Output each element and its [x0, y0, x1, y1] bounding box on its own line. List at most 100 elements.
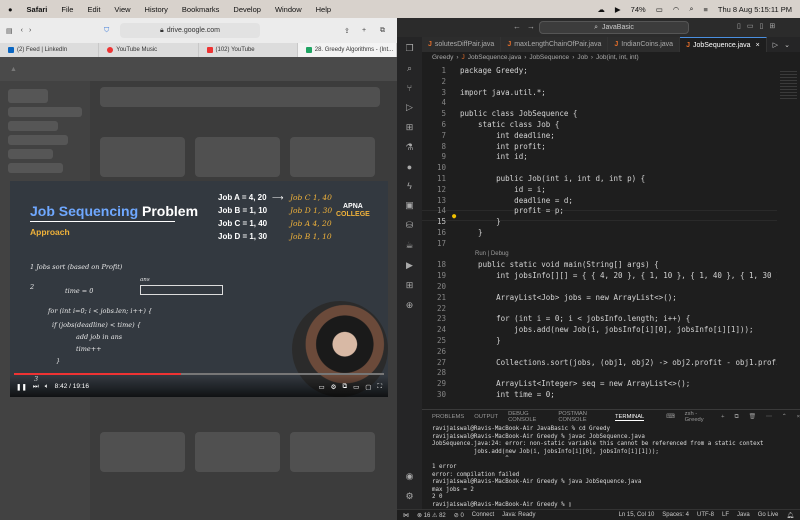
tab-youtube-music[interactable]: YouTube Music: [99, 43, 199, 57]
breadcrumb-file[interactable]: JobSequence.java: [468, 54, 522, 61]
run-debug-codelens[interactable]: Run | Debug: [475, 251, 509, 257]
tab-drive[interactable]: 28. Greedy Algorithms - (Int...: [297, 43, 397, 57]
remote-indicator-icon[interactable]: ⋈: [403, 512, 409, 519]
postman-icon[interactable]: ⊕: [406, 300, 414, 311]
tab-indian-coins[interactable]: J IndianCoins.java: [608, 37, 681, 52]
new-tab-icon[interactable]: +: [362, 27, 366, 34]
more-icon[interactable]: ⋯: [766, 414, 772, 420]
volume-icon[interactable]: 🔈︎: [45, 383, 49, 391]
account-icon[interactable]: ◉: [406, 471, 414, 482]
encoding[interactable]: UTF-8: [697, 512, 714, 519]
nav-back-icon[interactable]: ←: [513, 22, 521, 31]
tab-job-sequence[interactable]: J JobSequence.java ×: [680, 37, 767, 52]
ports-count[interactable]: ⊘ 0: [454, 512, 464, 519]
breadcrumb-method[interactable]: Job(int, int, int): [596, 54, 639, 61]
menu-file[interactable]: File: [61, 5, 73, 14]
problems-count[interactable]: ⊗ 16 ⚠ 82: [417, 512, 446, 519]
extensions-icon[interactable]: ⊞: [406, 122, 414, 133]
menu-window[interactable]: Window: [275, 5, 302, 14]
split-terminal-icon[interactable]: ⧉: [734, 414, 738, 421]
nav-forward-icon[interactable]: →: [527, 22, 535, 31]
terminal-shell-label[interactable]: zsh - Greedy: [685, 411, 711, 423]
toggle-panel-icon[interactable]: ▭: [747, 22, 754, 30]
menu-history[interactable]: History: [145, 5, 168, 14]
play-icon[interactable]: ▶: [615, 5, 621, 14]
fullscreen-icon[interactable]: ⛶: [377, 383, 382, 391]
menu-help[interactable]: Help: [316, 5, 331, 14]
tab-max-length-chain[interactable]: JmaxLengthChainOfPair.java: [501, 37, 609, 52]
chevron-down-icon[interactable]: ⌄: [784, 41, 790, 49]
close-icon[interactable]: ×: [756, 42, 760, 49]
lightbulb-icon[interactable]: ●: [452, 212, 456, 220]
menu-bookmarks[interactable]: Bookmarks: [182, 5, 220, 14]
captions-icon[interactable]: ▭: [318, 383, 324, 391]
address-bar[interactable]: 🔒︎ drive.google.com: [120, 23, 260, 38]
menu-safari[interactable]: Safari: [27, 5, 48, 14]
control-center-icon[interactable]: ≡: [704, 5, 708, 14]
panel-tab-debug-console[interactable]: DEBUG CONSOLE: [508, 411, 548, 423]
tab-solutes-diff-pair[interactable]: JsolutesDiffPair.java: [422, 37, 502, 52]
language-mode[interactable]: Java: [737, 512, 750, 519]
panel-tab-output[interactable]: OUTPUT: [474, 414, 498, 420]
database-icon[interactable]: ⛁: [406, 220, 414, 231]
forward-icon[interactable]: ›: [29, 27, 31, 34]
breadcrumb-class[interactable]: JobSequence: [529, 54, 569, 61]
wifi-icon[interactable]: ◠: [673, 5, 680, 14]
toggle-secondary-icon[interactable]: ▯: [759, 22, 763, 30]
trash-icon[interactable]: 🗑︎: [749, 414, 756, 420]
battery-percent[interactable]: 74%: [631, 5, 646, 14]
java-status[interactable]: Java: Ready: [502, 512, 535, 518]
go-live[interactable]: Go Live: [758, 512, 779, 519]
bell-icon[interactable]: 🔔︎: [786, 512, 794, 519]
panel-tab-problems[interactable]: PROBLEMS: [432, 414, 464, 420]
pause-icon[interactable]: ❚❚: [16, 383, 27, 391]
end-of-line[interactable]: LF: [722, 512, 729, 519]
run-debug-icon[interactable]: ▷: [406, 102, 413, 113]
indentation[interactable]: Spaces: 4: [662, 512, 689, 519]
tab-linkedin[interactable]: (2) Feed | LinkedIn: [0, 43, 100, 57]
panel-tab-postman-console[interactable]: POSTMAN CONSOLE: [558, 411, 605, 423]
explorer-icon[interactable]: ❐: [405, 43, 413, 54]
theater-icon[interactable]: ▭: [353, 383, 359, 391]
cloud-icon[interactable]: ☁: [597, 5, 605, 14]
tab-overview-icon[interactable]: ⧉: [380, 27, 385, 35]
clock[interactable]: Thu 8 Aug 5:15:11 PM: [718, 5, 792, 14]
share-icon[interactable]: ⇪: [344, 27, 350, 35]
chevron-up-icon[interactable]: ⌃: [782, 414, 787, 420]
lightning-icon[interactable]: ϟ: [407, 181, 412, 191]
toggle-sidebar-icon[interactable]: ▯: [737, 22, 741, 30]
video-progress-bar[interactable]: [14, 373, 384, 375]
cursor-position[interactable]: Ln 15, Col 10: [619, 512, 655, 519]
tab-youtube[interactable]: (102) YouTube: [199, 43, 298, 57]
source-control-icon[interactable]: ⑂: [407, 83, 412, 93]
search-icon[interactable]: ⌕: [689, 4, 693, 14]
add-terminal-icon[interactable]: +: [721, 414, 724, 420]
panel-tab-terminal[interactable]: TERMINAL: [614, 414, 645, 421]
menu-view[interactable]: View: [114, 5, 130, 14]
close-panel-icon[interactable]: ×: [797, 414, 800, 420]
code-editor[interactable]: ● 1 package Greedy; 2 3 import java.util.*; 4…: [422, 63, 800, 409]
connect-status[interactable]: Connect: [472, 512, 494, 518]
next-icon[interactable]: ⏭: [33, 383, 39, 391]
shield-icon[interactable]: ⛉: [104, 27, 109, 35]
minimap[interactable]: [777, 63, 800, 409]
command-center[interactable]: ⌕ JavaBasic: [539, 21, 689, 34]
customize-layout-icon[interactable]: ⊞: [769, 22, 775, 30]
breadcrumb-inner-class[interactable]: Job: [577, 54, 587, 61]
github-icon[interactable]: ●: [407, 162, 412, 172]
sidebar-toggle-icon[interactable]: ▤: [6, 27, 13, 35]
manage-gear-icon[interactable]: ⚙: [405, 491, 413, 502]
grid-icon[interactable]: ⊞: [406, 280, 414, 291]
run-icon[interactable]: ▷: [773, 41, 778, 49]
battery-icon[interactable]: ▭: [656, 5, 663, 14]
settings-icon[interactable]: ⚙: [331, 383, 337, 391]
terminal-output[interactable]: ravijaiswal@Ravis-MacBook-Air JavaBasic …: [432, 426, 797, 510]
cast-icon[interactable]: ▢: [365, 383, 371, 391]
java-icon[interactable]: ☕︎: [405, 240, 413, 251]
testing-icon[interactable]: ⚗: [405, 142, 413, 153]
docker-icon[interactable]: ▣: [405, 200, 414, 211]
menu-edit[interactable]: Edit: [87, 5, 100, 14]
menu-develop[interactable]: Develop: [233, 5, 261, 14]
apple-menu-icon[interactable]: ●: [8, 5, 13, 14]
back-icon[interactable]: ‹: [21, 27, 23, 34]
